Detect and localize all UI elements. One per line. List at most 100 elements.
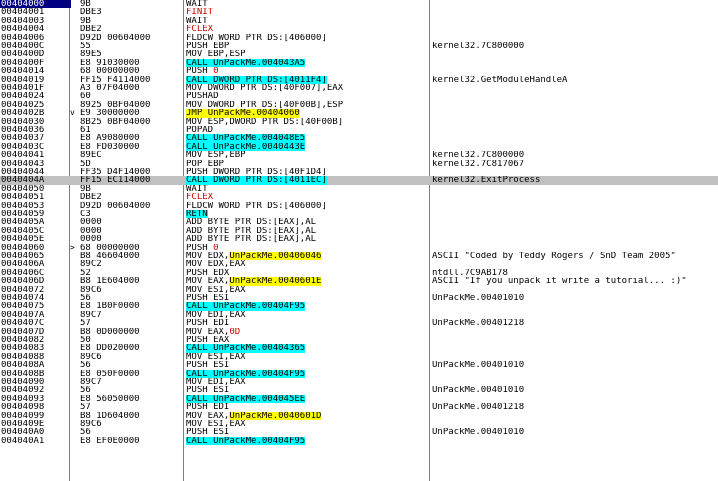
comment-cell[interactable] <box>432 84 718 92</box>
comment-cell[interactable]: kernel32.GetModuleHandleA <box>432 76 718 84</box>
disasm-row[interactable]: 00404059 C3 RETN <box>0 210 718 219</box>
hexdump-cell[interactable]: E9 30000000 <box>80 109 180 117</box>
disasm-row[interactable]: 0040400D 89E5 MOV EBP,ESP <box>0 50 718 58</box>
instruction-cell[interactable]: CALL UnPackMe.00404F95 <box>186 302 426 311</box>
instruction-cell[interactable]: FCLEX <box>186 193 426 201</box>
comment-cell[interactable] <box>432 420 718 428</box>
comment-cell[interactable] <box>432 286 718 294</box>
instruction-cell[interactable]: CALL UnPackMe.004043A5 <box>186 58 426 68</box>
instruction-cell[interactable]: PUSH 0 <box>186 244 426 252</box>
instruction-cell[interactable]: PUSH 0 <box>186 67 426 75</box>
address-cell[interactable]: 00404019 <box>0 76 71 84</box>
address-cell[interactable]: 00404044 <box>0 168 71 176</box>
instruction-cell[interactable]: CALL DWORD PTR DS:[4011F4] <box>186 75 426 84</box>
target-label[interactable]: UnPackMe.00406046 <box>229 252 322 261</box>
target-label[interactable]: UnPackMe.00404F95 <box>213 436 306 446</box>
disasm-row[interactable]: 00404041 89EC MOV ESP,EBP kernel32.7C800000 <box>0 151 718 159</box>
disasm-row[interactable]: 0040407A 89C7 MOV EDI,EAX <box>0 311 718 319</box>
instruction-cell[interactable]: CALL UnPackMe.004048E5 <box>186 134 426 143</box>
comment-cell[interactable] <box>432 311 718 319</box>
instruction-cell[interactable]: FLDCW WORD PTR DS:[406000] <box>186 34 426 42</box>
address-cell[interactable]: 0040405A <box>0 218 71 226</box>
comment-cell[interactable]: kernel32.7C800000 <box>432 42 718 50</box>
hexdump-cell[interactable]: 8925 0BF04000 <box>80 101 180 109</box>
hexdump-cell[interactable]: FF15 EC114000 <box>80 176 180 184</box>
disasm-row[interactable]: 00404053 D92D 00604000 FLDCW WORD PTR DS:[… <box>0 202 718 210</box>
comment-cell[interactable] <box>432 168 718 176</box>
disasm-row[interactable]: 0040400F E8 91030000 CALL UnPackMe.004043A… <box>0 58 718 68</box>
instruction-cell[interactable]: PUSH EDX <box>186 269 426 277</box>
address-cell[interactable]: 0040408A <box>0 361 71 369</box>
hexdump-cell[interactable]: 50 <box>80 336 180 344</box>
comment-cell[interactable]: UnPackMe.00401010 <box>432 361 718 369</box>
instruction-cell[interactable]: PUSH ESI <box>186 294 426 302</box>
instruction-cell[interactable]: MOV DWORD PTR DS:[40F00B],ESP <box>186 101 426 109</box>
comment-cell[interactable] <box>432 302 718 310</box>
instruction-cell[interactable]: PUSH EBP <box>186 42 426 50</box>
disasm-row[interactable]: 00404092 56 PUSH ESI UnPackMe.00401010 <box>0 386 718 394</box>
instruction-cell[interactable]: CALL UnPackMe.00404F95 <box>186 369 426 378</box>
target-label[interactable]: UnPackMe.00404F95 <box>213 369 306 378</box>
comment-cell[interactable] <box>432 210 718 218</box>
address-cell[interactable]: 00404004 <box>0 25 71 33</box>
address-cell[interactable]: 00404082 <box>0 336 71 344</box>
comment-cell[interactable] <box>432 193 718 201</box>
hexdump-cell[interactable]: 89C7 <box>80 311 180 319</box>
comment-cell[interactable] <box>432 185 718 193</box>
disasm-row[interactable]: 00404050 9B WAIT <box>0 185 718 193</box>
comment-cell[interactable] <box>432 244 718 252</box>
disasm-row[interactable]: 0040405A 0000 ADD BYTE PTR DS:[EAX],AL <box>0 218 718 226</box>
comment-cell[interactable] <box>432 218 718 226</box>
target-label[interactable]: UnPackMe.004045EE <box>213 394 306 404</box>
disasm-row[interactable]: 00404082 50 PUSH EAX <box>0 336 718 344</box>
disasm-row[interactable]: 00404014 68 00000000 PUSH 0 <box>0 67 718 75</box>
address-cell[interactable]: 00404003 <box>0 17 71 25</box>
disasm-row[interactable]: 0040406C 52 PUSH EDX ntdll.7C9AB178 <box>0 269 718 277</box>
comment-cell[interactable] <box>432 92 718 100</box>
hexdump-cell[interactable]: 0000 <box>80 227 180 235</box>
comment-cell[interactable]: kernel32.7C800000 <box>432 151 718 159</box>
address-cell[interactable]: 0040401F <box>0 84 71 92</box>
instruction-cell[interactable]: PUSH EDI <box>186 319 426 327</box>
disasm-row[interactable]: 00404099 B8 1D604000 MOV EAX,UnPackMe.0040… <box>0 411 718 420</box>
disasm-row[interactable]: 00404037 E8 A9080000 CALL UnPackMe.004048E… <box>0 134 718 143</box>
instruction-cell[interactable]: PUSH ESI <box>186 361 426 369</box>
disasm-row[interactable]: 0040404A FF15 EC114000 CALL DWORD PTR DS:[… <box>0 176 718 185</box>
disasm-row[interactable]: 0040407D B8 0D000000 MOV EAX,0D <box>0 328 718 336</box>
disasm-row[interactable]: 00404004 DBE2 FCLEX <box>0 25 718 33</box>
hexdump-cell[interactable]: FF35 D4F14000 <box>80 168 180 176</box>
comment-cell[interactable]: UnPackMe.00401010 <box>432 294 718 302</box>
address-cell[interactable]: 0040407D <box>0 328 71 336</box>
instruction-cell[interactable]: POPAD <box>186 126 426 134</box>
address-cell[interactable]: 00404030 <box>0 118 71 126</box>
hexdump-cell[interactable]: DBE3 <box>80 8 180 16</box>
instruction-cell[interactable]: WAIT <box>186 185 426 193</box>
disasm-row[interactable]: 00404000 9B WAIT <box>0 0 718 9</box>
disasm-row[interactable]: 00404019 FF15 F4114000 CALL DWORD PTR DS:[… <box>0 75 718 84</box>
hexdump-cell[interactable]: C3 <box>80 210 180 218</box>
instruction-cell[interactable]: MOV ESP,EBP <box>186 151 426 159</box>
address-cell[interactable]: 00404093 <box>0 395 71 403</box>
disasm-row[interactable]: 00404024 60 PUSHAD <box>0 92 718 100</box>
hexdump-cell[interactable]: B8 1D604000 <box>80 412 180 420</box>
address-cell[interactable]: 00404098 <box>0 403 71 411</box>
hexdump-cell[interactable]: 57 <box>80 403 180 411</box>
address-cell[interactable]: 00404025 <box>0 101 71 109</box>
address-cell[interactable]: 0040406A <box>0 260 71 268</box>
address-cell[interactable]: 00404074 <box>0 294 71 302</box>
address-cell[interactable]: 00404075 <box>0 302 71 310</box>
disasm-row[interactable]: 0040402B v E9 30000000 JMP UnPackMe.0040406… <box>0 109 718 118</box>
address-cell[interactable]: 00404060 <box>0 244 71 252</box>
hexdump-cell[interactable]: 5D <box>80 160 180 168</box>
instruction-cell[interactable]: PUSH EAX <box>186 336 426 344</box>
comment-cell[interactable]: ASCII "If you unpack it write a tutorial… <box>432 277 718 285</box>
hexdump-cell[interactable]: 56 <box>80 428 180 436</box>
target-label[interactable]: UnPackMe.00404F95 <box>213 302 306 311</box>
comment-cell[interactable] <box>432 353 718 361</box>
hexdump-cell[interactable]: 9B <box>80 17 180 25</box>
address-cell[interactable]: 0040400C <box>0 42 71 50</box>
disasm-row[interactable]: 00404030 8B25 0BF04000 MOV ESP,DWORD PTR D… <box>0 118 718 126</box>
disasm-row[interactable]: 00404036 61 POPAD <box>0 126 718 134</box>
instruction-cell[interactable]: FINIT <box>186 8 426 16</box>
disasm-row[interactable]: 00404075 E8 1B0F0000 CALL UnPackMe.00404F9… <box>0 302 718 311</box>
